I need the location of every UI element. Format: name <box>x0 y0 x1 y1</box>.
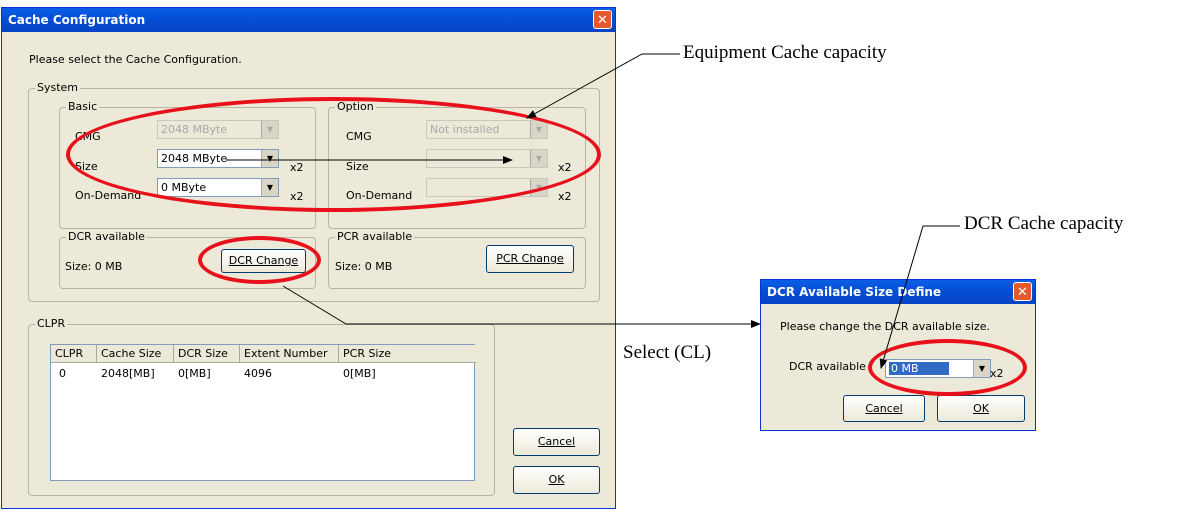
select-cl-annotation: Select (CL) <box>623 342 712 363</box>
annotation-arrows <box>226 53 960 369</box>
dcr-cache-annotation: DCR Cache capacity <box>964 213 1124 234</box>
equipment-cache-annotation: Equipment Cache capacity <box>683 42 887 63</box>
